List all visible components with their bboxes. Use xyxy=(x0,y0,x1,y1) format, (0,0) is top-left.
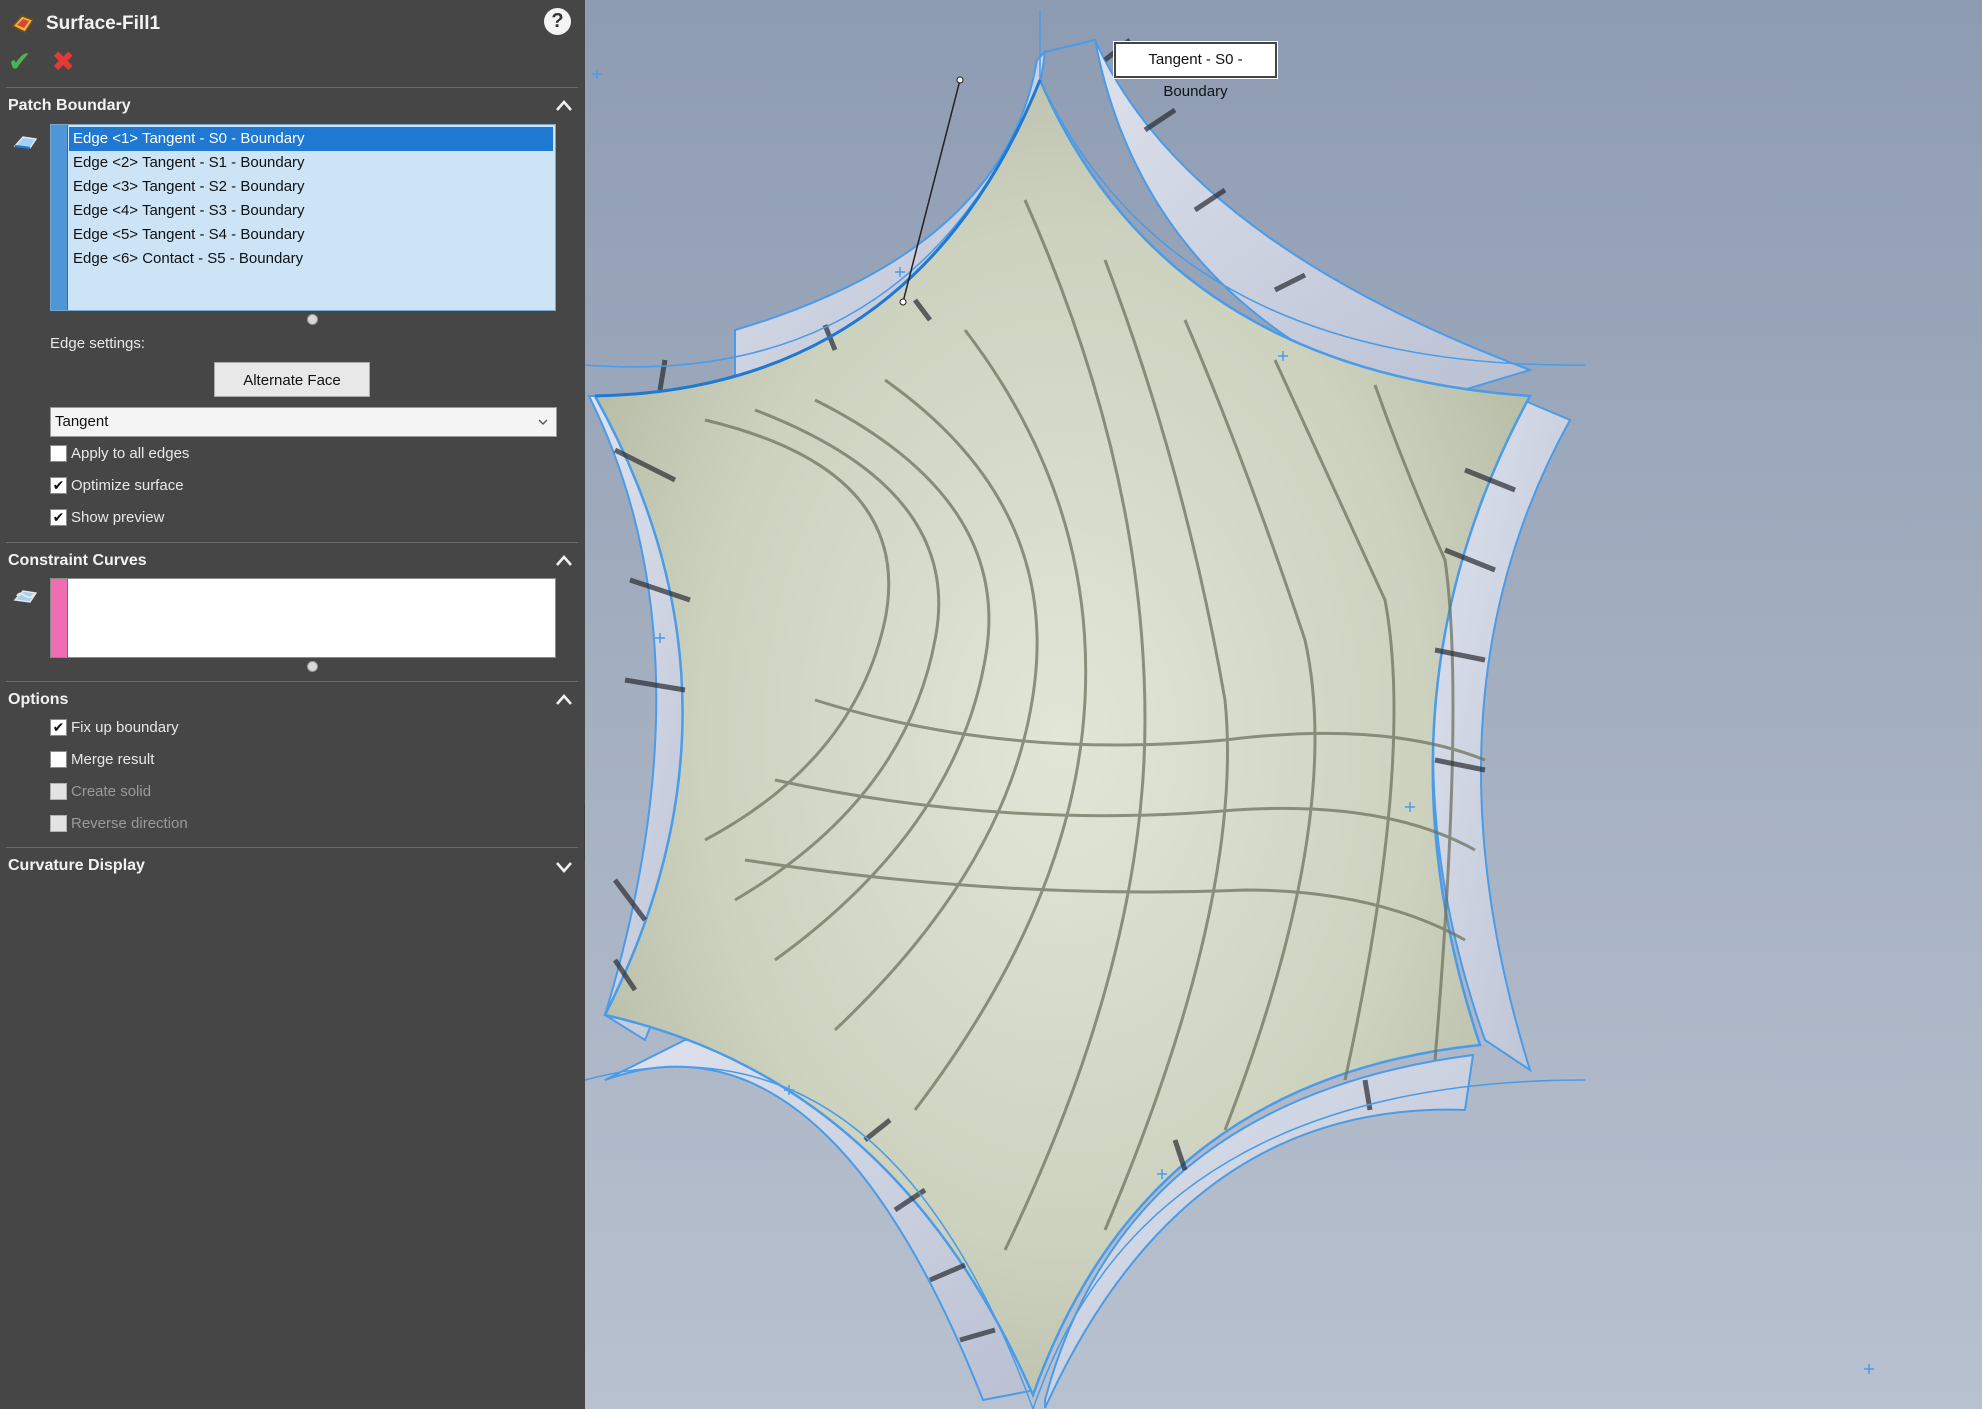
options-heading[interactable]: Options xyxy=(8,691,68,709)
cancel-button[interactable]: ✖ xyxy=(51,48,74,76)
checkbox-box[interactable] xyxy=(50,445,67,462)
checkbox-label: Show preview xyxy=(71,509,165,526)
checkbox-label: Reverse direction xyxy=(71,815,188,832)
curvature-display-heading[interactable]: Curvature Display xyxy=(8,857,145,875)
checkbox-label: Fix up boundary xyxy=(71,719,179,736)
boundary-edge-item[interactable]: Edge <3> Tangent - S2 - Boundary xyxy=(69,175,553,199)
boundary-edge-item[interactable]: Edge <2> Tangent - S1 - Boundary xyxy=(69,151,553,175)
edge-selection-icon xyxy=(13,136,38,150)
list-selection-stripe xyxy=(51,125,68,310)
boundary-edge-item[interactable]: Edge <6> Contact - S5 - Boundary xyxy=(69,247,553,271)
checkbox-box xyxy=(50,815,67,832)
divider xyxy=(6,847,578,848)
optimize-surface-checkbox[interactable]: ✔ Optimize surface xyxy=(50,477,184,494)
boundary-edge-item[interactable]: Edge <1> Tangent - S0 - Boundary xyxy=(68,126,554,152)
reverse-direction-checkbox: Reverse direction xyxy=(50,815,188,832)
checkbox-label: Apply to all edges xyxy=(71,445,190,462)
checkbox-label: Merge result xyxy=(71,751,155,768)
checkbox-box[interactable]: ✔ xyxy=(50,477,67,494)
alternate-face-button[interactable]: Alternate Face xyxy=(214,362,370,397)
edge-callout[interactable]: Tangent - S0 - Boundary xyxy=(1114,42,1277,100)
constraint-curves-heading[interactable]: Constraint Curves xyxy=(8,552,147,570)
boundary-edge-item[interactable]: Edge <4> Tangent - S3 - Boundary xyxy=(69,199,553,223)
checkbox-label: Create solid xyxy=(71,783,152,800)
callout-leader-dot xyxy=(956,76,964,84)
divider xyxy=(6,87,578,88)
feature-header: Surface-Fill1 xyxy=(10,8,160,40)
boundary-edge-item[interactable]: Edge <5> Tangent - S4 - Boundary xyxy=(69,223,553,247)
checkbox-box[interactable] xyxy=(50,751,67,768)
ok-button[interactable]: ✔ xyxy=(8,48,31,76)
apply-to-all-edges-checkbox[interactable]: Apply to all edges xyxy=(50,445,189,462)
ok-cancel-bar: ✔ ✖ xyxy=(8,48,75,76)
callout-leader-end xyxy=(899,298,907,306)
list-resize-grip[interactable] xyxy=(307,314,318,325)
list-selection-stripe xyxy=(51,579,68,657)
divider xyxy=(6,681,578,682)
list-resize-grip[interactable] xyxy=(307,661,318,672)
property-manager-panel: Surface-Fill1 ? ✔ ✖ Patch Boundary Edge … xyxy=(0,0,585,1409)
boundary-edges-list[interactable]: Edge <1> Tangent - S0 - Boundary Edge <2>… xyxy=(50,124,556,311)
chevron-up-icon[interactable] xyxy=(554,96,574,116)
help-icon[interactable]: ? xyxy=(544,8,571,35)
show-preview-checkbox[interactable]: ✔ Show preview xyxy=(50,509,164,526)
constraint-curves-list[interactable] xyxy=(50,578,556,658)
checkbox-box xyxy=(50,783,67,800)
chevron-down-icon xyxy=(538,419,548,425)
surface-preview[interactable] xyxy=(585,0,1982,1409)
surface-fill-icon xyxy=(11,15,35,33)
create-solid-checkbox: Create solid xyxy=(50,783,151,800)
divider xyxy=(6,542,578,543)
merge-result-checkbox[interactable]: Merge result xyxy=(50,751,154,768)
chevron-up-icon[interactable] xyxy=(554,551,574,571)
checkbox-label: Optimize surface xyxy=(71,477,184,494)
edge-condition-select[interactable]: Tangent xyxy=(50,407,557,437)
feature-title: Surface-Fill1 xyxy=(46,13,161,34)
curve-selection-icon xyxy=(13,590,38,603)
chevron-down-icon[interactable] xyxy=(554,856,574,876)
patch-boundary-heading[interactable]: Patch Boundary xyxy=(8,97,131,115)
chevron-up-icon[interactable] xyxy=(554,690,574,710)
edge-condition-value: Tangent xyxy=(55,413,109,430)
fix-up-boundary-checkbox[interactable]: ✔ Fix up boundary xyxy=(50,719,179,736)
checkbox-box[interactable]: ✔ xyxy=(50,719,67,736)
checkbox-box[interactable]: ✔ xyxy=(50,509,67,526)
graphics-viewport[interactable]: Tangent - S0 - Boundary xyxy=(585,0,1982,1409)
edge-settings-label: Edge settings: xyxy=(50,335,146,352)
